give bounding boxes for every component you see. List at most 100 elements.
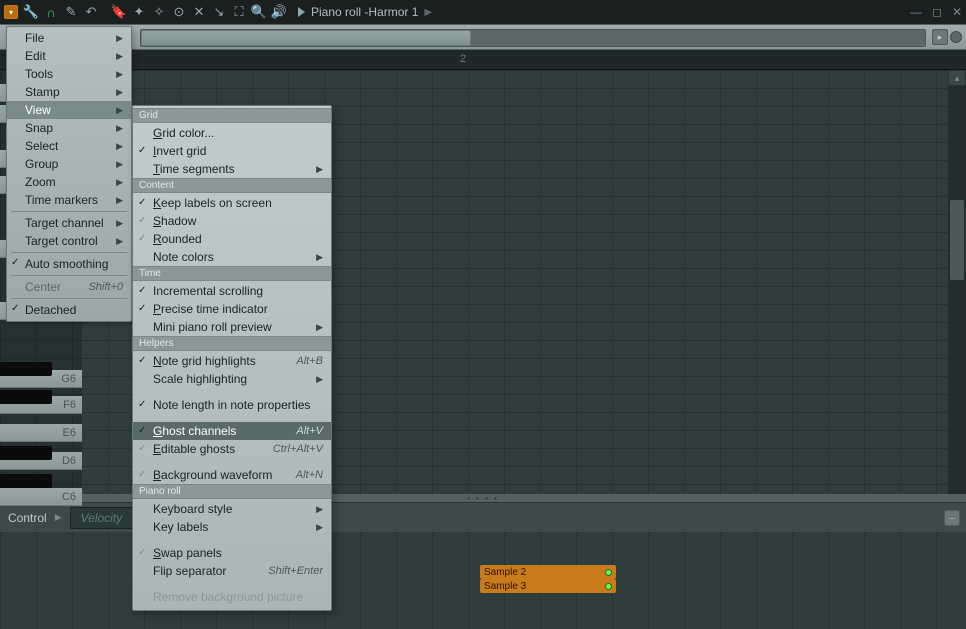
chevron-right-icon: ▶ [316, 164, 323, 175]
main-context-menu: File▶Edit▶Tools▶Stamp▶View▶Snap▶Select▶G… [6, 26, 132, 322]
submenu-item-flip-separator[interactable]: Flip separatorShift+Enter [133, 562, 331, 580]
submenu-header: Grid [133, 108, 331, 123]
submenu-item-remove-background-picture: Remove background picture [133, 588, 331, 606]
check-icon: ✓ [138, 469, 146, 480]
submenu-item-invert-grid[interactable]: ✓Invert grid [133, 142, 331, 160]
menu-item-snap[interactable]: Snap▶ [7, 119, 131, 137]
horizontal-overview-scrollbar[interactable] [140, 29, 926, 47]
black-key[interactable] [0, 362, 52, 376]
submenu-item-ghost-channels[interactable]: ✓Ghost channelsAlt+V [133, 422, 331, 440]
black-key[interactable] [0, 390, 52, 404]
menu-item-stamp[interactable]: Stamp▶ [7, 83, 131, 101]
sparkle-icon[interactable]: ✧ [150, 3, 168, 21]
menu-item-time-markers[interactable]: Time markers▶ [7, 191, 131, 209]
scroll-up-button[interactable]: ▴ [948, 70, 966, 86]
sample-label: Sample 2 [484, 567, 526, 578]
menu-item-target-control[interactable]: Target control▶ [7, 232, 131, 250]
submenu-item-mini-piano-roll-preview[interactable]: Mini piano roll preview▶ [133, 318, 331, 336]
submenu-item-note-grid-highlights[interactable]: ✓Note grid highlightsAlt+B [133, 352, 331, 370]
timeline-ruler[interactable]: 2 [0, 50, 966, 70]
check-icon: ✓ [138, 197, 146, 208]
chevron-right-icon: ▶ [316, 252, 323, 263]
submenu-item-time-segments[interactable]: Time segments▶ [133, 160, 331, 178]
menu-item-group[interactable]: Group▶ [7, 155, 131, 173]
zoom-icon[interactable]: 🔍 [250, 3, 268, 21]
check-icon: ✓ [138, 399, 146, 410]
submenu-item-key-labels[interactable]: Key labels▶ [133, 518, 331, 536]
control-forward-icon[interactable]: ▶ [55, 512, 62, 523]
menu-item-edit[interactable]: Edit▶ [7, 47, 131, 65]
submenu-item-keyboard-style[interactable]: Keyboard style▶ [133, 500, 331, 518]
menu-item-zoom[interactable]: Zoom▶ [7, 173, 131, 191]
target-icon[interactable]: ⊙ [170, 3, 188, 21]
play-icon [298, 7, 305, 17]
mute-icon[interactable]: ✕ [190, 3, 208, 21]
fullscreen-icon[interactable]: ⛶ [230, 3, 248, 21]
control-label: Control [8, 511, 47, 525]
menu-item-select[interactable]: Select▶ [7, 137, 131, 155]
maximize-button[interactable]: ◻ [932, 5, 942, 19]
submenu-item-grid-color-[interactable]: Grid color... [133, 124, 331, 142]
submenu-item-swap-panels[interactable]: ✓Swap panels [133, 544, 331, 562]
minimize-button[interactable]: — [910, 5, 922, 19]
wand-icon[interactable]: ✦ [130, 3, 148, 21]
titlebar: ▾ 🔧 ∩ ✎ ↶ 🔖 ✦ ✧ ⊙ ✕ ↘ ⛶ 🔍 🔊 Piano roll -… [0, 0, 966, 24]
overview-scroll-thumb[interactable] [141, 30, 471, 46]
sample-label: Sample 3 [484, 581, 526, 592]
menu-item-target-channel[interactable]: Target channel▶ [7, 214, 131, 232]
chevron-right-icon: ▶ [316, 522, 323, 533]
overview-right-button[interactable]: ▸ [932, 29, 948, 45]
submenu-header: Time [133, 266, 331, 281]
menu-item-view[interactable]: View▶ [7, 101, 131, 119]
key-label[interactable]: C6 [0, 488, 82, 506]
submenu-item-background-waveform[interactable]: ✓Background waveformAlt+N [133, 466, 331, 484]
submenu-item-rounded[interactable]: ✓Rounded [133, 230, 331, 248]
sample-clip[interactable]: Sample 3 [480, 579, 616, 593]
submenu-item-note-colors[interactable]: Note colors▶ [133, 248, 331, 266]
submenu-header: Piano roll [133, 484, 331, 499]
key-label[interactable]: E6 [0, 424, 82, 442]
check-icon: ✓ [138, 425, 146, 436]
menu-item-file[interactable]: File▶ [7, 29, 131, 47]
main-menu-dropdown-icon[interactable]: ▾ [4, 5, 18, 19]
check-icon: ✓ [138, 355, 146, 366]
wrench-icon[interactable]: 🔧 [22, 3, 40, 21]
control-target-chip[interactable]: Velocity [70, 507, 134, 529]
forward-icon[interactable]: ▶ [424, 7, 432, 18]
menu-item-tools[interactable]: Tools▶ [7, 65, 131, 83]
vertical-scrollbar[interactable]: ▴ [948, 70, 966, 494]
submenu-item-incremental-scrolling[interactable]: ✓Incremental scrolling [133, 282, 331, 300]
menu-item-detached[interactable]: ✓Detached [7, 301, 131, 319]
chevron-right-icon: ▶ [316, 374, 323, 385]
overview-dot[interactable] [950, 31, 962, 43]
submenu-item-editable-ghosts[interactable]: ✓Editable ghostsCtrl+Alt+V [133, 440, 331, 458]
check-icon: ✓ [138, 285, 146, 296]
chevron-right-icon: ▶ [316, 322, 323, 333]
window-title: Piano roll - Harmor 1 ▶ [298, 5, 432, 19]
control-minus-button[interactable]: – [944, 510, 960, 526]
view-submenu: GridGrid color...✓Invert gridTime segmen… [132, 105, 332, 611]
pencil-icon[interactable]: ✎ [62, 3, 80, 21]
menu-item-center[interactable]: CenterShift+0 [7, 278, 131, 296]
check-icon: ✓ [138, 547, 146, 558]
submenu-item-scale-highlighting[interactable]: Scale highlighting▶ [133, 370, 331, 388]
chevron-right-icon: ▶ [316, 504, 323, 515]
submenu-item-precise-time-indicator[interactable]: ✓Precise time indicator [133, 300, 331, 318]
black-key[interactable] [0, 446, 52, 460]
menu-item-auto-smoothing[interactable]: ✓Auto smoothing [7, 255, 131, 273]
submenu-item-shadow[interactable]: ✓Shadow [133, 212, 331, 230]
undo-icon[interactable]: ↶ [82, 3, 100, 21]
magnet-icon[interactable]: ∩ [42, 3, 60, 21]
black-key[interactable] [0, 474, 52, 488]
submenu-header: Helpers [133, 336, 331, 351]
submenu-header: Content [133, 178, 331, 193]
sample-clip[interactable]: Sample 2 [480, 565, 616, 579]
tag-icon[interactable]: 🔖 [110, 3, 128, 21]
speaker-icon[interactable]: 🔊 [270, 3, 288, 21]
slice-icon[interactable]: ↘ [210, 3, 228, 21]
submenu-item-note-length-in-note-properties[interactable]: ✓Note length in note properties [133, 396, 331, 414]
close-button[interactable]: ✕ [952, 5, 962, 19]
ruler-mark: 2 [460, 53, 466, 65]
submenu-item-keep-labels-on-screen[interactable]: ✓Keep labels on screen [133, 194, 331, 212]
scroll-thumb[interactable] [950, 200, 964, 280]
